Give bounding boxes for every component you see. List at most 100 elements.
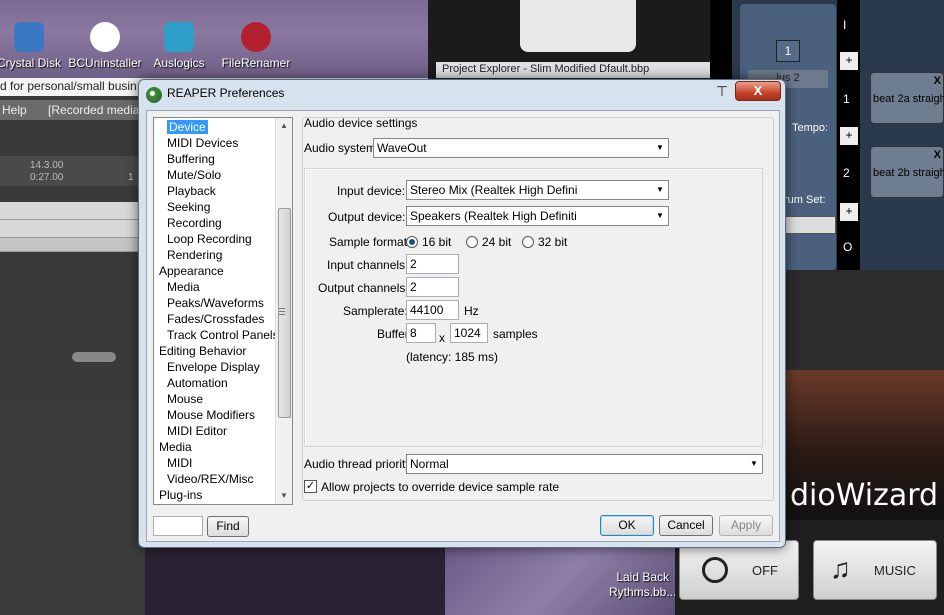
tree-item[interactable]: Track Control Panels (154, 327, 279, 343)
find-input[interactable] (153, 516, 203, 536)
thread-priority-select[interactable]: Normal ▼ (406, 454, 763, 474)
tree-item[interactable]: Loop Recording (154, 231, 252, 247)
tree-item[interactable]: Plug-ins (154, 487, 202, 503)
section-title: Audio device settings (304, 116, 418, 130)
samplerate-field[interactable]: 44100 (406, 300, 459, 320)
part-number: 1 (776, 40, 800, 62)
tree-item[interactable]: Automation (154, 375, 228, 391)
tree-item-label: Editing Behavior (159, 344, 247, 358)
scroll-thumb[interactable] (278, 208, 291, 418)
remove-beat-icon[interactable]: X (934, 75, 941, 87)
desktop-file-laid-back[interactable]: Laid Back Rythms.bb... (609, 570, 676, 600)
dialog-titlebar[interactable]: REAPER Preferences (139, 80, 785, 108)
scroll-up-icon[interactable]: ▲ (276, 118, 292, 134)
tree-item[interactable]: Editing Behavior (154, 343, 246, 359)
sample-format-label: Sample format: (329, 235, 411, 249)
tree-item[interactable]: Envelope Display (154, 359, 260, 375)
chevron-down-icon: ▼ (656, 185, 664, 194)
add-part-button[interactable]: + (840, 203, 858, 221)
outro-label: O (843, 240, 853, 254)
tree-item-label: MIDI Devices (167, 136, 239, 150)
beat-slot[interactable]: X beat 2b straigh (870, 146, 944, 198)
format-24-label[interactable]: 24 bit (482, 235, 511, 249)
buffers-unit: samples (493, 327, 538, 341)
add-part-button[interactable]: + (840, 52, 858, 70)
tree-item[interactable]: Mute/Solo (154, 167, 221, 183)
file-label: Rythms.bb... (609, 585, 677, 599)
cancel-button[interactable]: Cancel (659, 515, 713, 536)
buffers-count-field[interactable]: 8 (406, 323, 436, 343)
tree-item[interactable]: MIDI Editor (154, 423, 227, 439)
input-device-label: Input device: (337, 184, 406, 198)
format-24-radio[interactable] (466, 236, 478, 248)
track-lane[interactable] (0, 238, 145, 252)
input-channels-field[interactable]: 2 (406, 254, 459, 274)
scroll-handle[interactable] (72, 352, 116, 362)
buffers-x: x (439, 331, 445, 345)
tree-item-label: Loop Recording (167, 232, 252, 246)
tree-item[interactable]: Recording (154, 215, 222, 231)
remove-beat-icon[interactable]: X (934, 149, 941, 161)
find-button[interactable]: Find (207, 516, 249, 537)
input-device-select[interactable]: Stereo Mix (Realtek High Defini ▼ (406, 180, 669, 200)
tree-item[interactable]: Mouse Modifiers (154, 407, 255, 423)
apply-button[interactable]: Apply (719, 515, 773, 536)
beat-slot[interactable]: X beat 2a straigh (870, 72, 944, 124)
tree-item[interactable]: Rendering (154, 247, 222, 263)
tree-item[interactable]: Media (154, 279, 200, 295)
allow-override-checkbox[interactable]: ✓ (304, 480, 317, 493)
format-16-radio[interactable] (406, 236, 418, 248)
music-button[interactable]: ♫ MUSIC (813, 540, 937, 600)
tree-item[interactable]: Appearance (154, 263, 224, 279)
tree-item[interactable]: Video/REX/Misc (154, 471, 253, 487)
close-button[interactable]: X (735, 81, 781, 101)
off-icon (702, 557, 728, 583)
crystal-disk-icon (14, 22, 44, 52)
tree-item[interactable]: Peaks/Waveforms (154, 295, 264, 311)
tree-item-label: Recording (167, 216, 222, 230)
output-device-select[interactable]: Speakers (Realtek High Definiti ▼ (406, 206, 669, 226)
add-part-button[interactable]: + (840, 127, 858, 145)
tree-item-label: Rendering (167, 248, 223, 262)
tree-item[interactable]: Media (154, 439, 192, 455)
tree-item[interactable]: MIDI Devices (154, 135, 238, 151)
beat-name: beat 2b straigh (873, 167, 944, 179)
desktop-icon-auslogics[interactable]: Auslogics (144, 22, 214, 70)
format-16-label[interactable]: 16 bit (422, 235, 451, 249)
tree-item[interactable]: Seeking (154, 199, 210, 215)
tree-item-label: Fades/Crossfades (167, 312, 265, 326)
timeline-ruler[interactable]: 14.3.00 0:27.00 1 (0, 156, 145, 186)
format-32-radio[interactable] (522, 236, 534, 248)
tree-item[interactable]: Fades/Crossfades (154, 311, 264, 327)
tree-item[interactable]: Device (154, 119, 209, 135)
format-32-label[interactable]: 32 bit (538, 235, 567, 249)
drum-set-select[interactable] (784, 216, 836, 234)
tree-item[interactable]: Playback (154, 183, 216, 199)
audio-system-select[interactable]: WaveOut ▼ (373, 138, 669, 158)
tree-item[interactable]: Buffering (154, 151, 215, 167)
scroll-down-icon[interactable]: ▼ (276, 488, 292, 504)
track-lane[interactable] (0, 220, 145, 238)
dialog-title: REAPER Preferences (167, 86, 285, 100)
menu-help[interactable]: Help (2, 103, 27, 117)
ok-button[interactable]: OK (600, 515, 654, 536)
allow-override-label[interactable]: Allow projects to override device sample… (321, 480, 559, 494)
desktop-icon-bcuninstaller[interactable]: BCUninstaller (68, 22, 142, 70)
desktop-icon-filerenamer[interactable]: FileRenamer (220, 22, 292, 70)
off-button[interactable]: OFF (679, 540, 799, 600)
pin-icon[interactable]: ⊤ (715, 83, 729, 101)
tree-item[interactable]: MIDI (154, 455, 192, 471)
tree-item-label: Playback (167, 184, 216, 198)
desktop-icon-crystal-disk[interactable]: Crystal Disk (0, 22, 64, 70)
track-lane[interactable] (0, 202, 145, 220)
tree-item-label: MIDI (167, 456, 193, 470)
ruler-label: 0:27.00 (30, 172, 64, 183)
output-channels-field[interactable]: 2 (406, 277, 459, 297)
buffers-size-field[interactable]: 1024 (450, 323, 488, 343)
auslogics-icon (164, 22, 194, 52)
tree-item-label: Automation (167, 376, 228, 390)
tree-item[interactable]: Mouse (154, 391, 203, 407)
menu-recorded-media[interactable]: [Recorded media (48, 103, 139, 117)
output-device-value: Speakers (Realtek High Definiti (410, 209, 577, 223)
tree-scrollbar[interactable]: ▲ ▼ (275, 118, 292, 504)
